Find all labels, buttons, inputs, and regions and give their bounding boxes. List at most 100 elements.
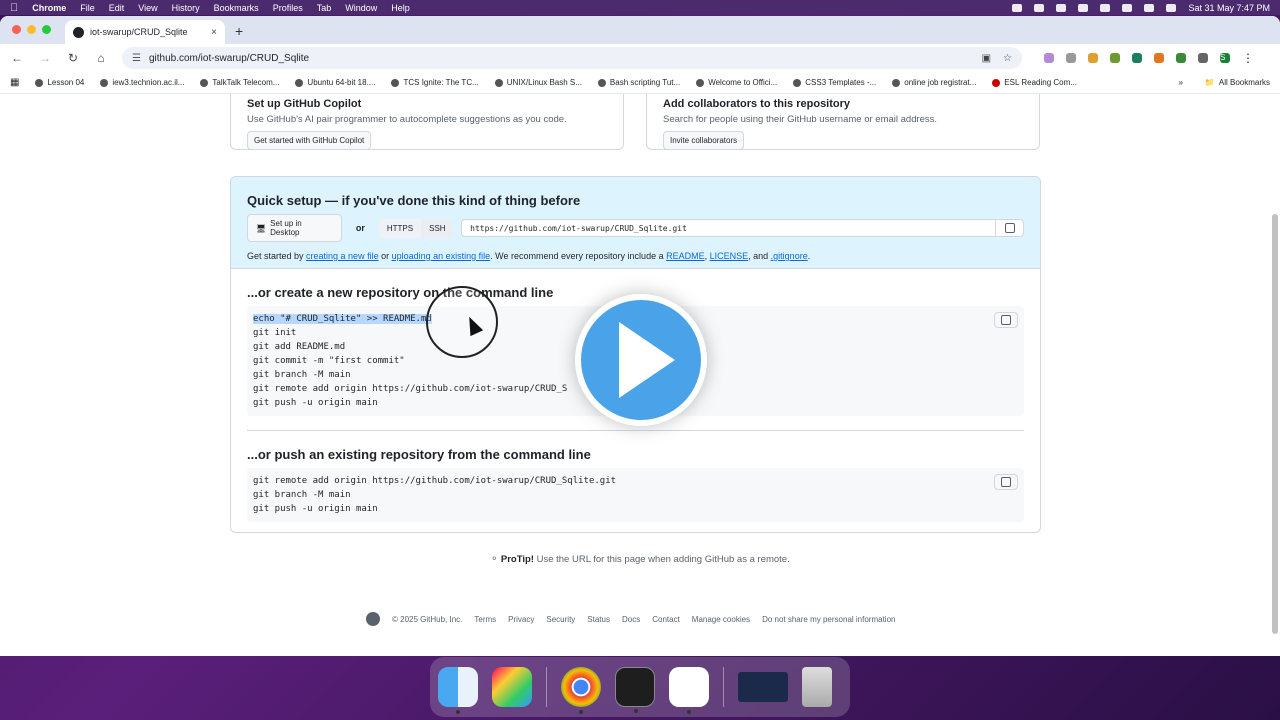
chevron-right-icon[interactable]: » xyxy=(1178,78,1182,87)
close-window-button[interactable] xyxy=(12,25,21,34)
menu-tab[interactable]: Tab xyxy=(317,3,332,13)
extension-7-icon[interactable] xyxy=(1176,53,1186,63)
footer-link-do-not-share[interactable]: Do not share my personal information xyxy=(762,615,895,624)
menu-view[interactable]: View xyxy=(138,3,157,13)
menu-edit[interactable]: Edit xyxy=(109,3,125,13)
bluetooth-icon[interactable] xyxy=(1100,3,1111,12)
minimized-window-icon[interactable] xyxy=(738,672,788,702)
footer-link-manage-cookies[interactable]: Manage cookies xyxy=(692,615,750,624)
cursor-highlight-ring xyxy=(426,286,498,358)
tab-ssh[interactable]: SSH xyxy=(421,219,453,238)
bookmark-label: CSS3 Templates -... xyxy=(805,78,877,87)
launchpad-icon[interactable] xyxy=(492,667,532,707)
tab-close-icon[interactable]: × xyxy=(211,27,217,38)
footer-link-security[interactable]: Security xyxy=(546,615,575,624)
control-center-icon[interactable] xyxy=(1166,3,1177,12)
metamask-icon[interactable] xyxy=(1154,53,1164,63)
license-link[interactable]: LICENSE xyxy=(710,251,749,261)
new-tab-button[interactable]: + xyxy=(235,23,243,39)
battery-icon[interactable] xyxy=(1122,3,1133,12)
install-app-icon[interactable]: ▣ xyxy=(982,53,991,64)
finder-icon[interactable] xyxy=(438,667,478,714)
document-icon[interactable] xyxy=(1056,3,1067,12)
menu-window[interactable]: Window xyxy=(345,3,377,13)
profile-avatar[interactable]: S xyxy=(1220,53,1230,63)
code-line[interactable]: git remote add origin https://github.com… xyxy=(253,474,1018,488)
copilot-button[interactable]: Get started with GitHub Copilot xyxy=(247,131,372,150)
copy-url-button[interactable] xyxy=(995,220,1023,236)
bookmark-item[interactable]: Lesson 04 xyxy=(35,78,84,87)
search-icon[interactable] xyxy=(1144,3,1155,12)
footer-link-docs[interactable]: Docs xyxy=(622,615,640,624)
invite-collaborators-button[interactable]: Invite collaborators xyxy=(663,131,745,150)
terminal-icon[interactable] xyxy=(615,667,655,713)
menu-profiles[interactable]: Profiles xyxy=(273,3,303,13)
address-bar[interactable]: ☰ github.com/iot-swarup/CRUD_Sqlite ▣ ☆ xyxy=(122,47,1022,69)
menu-app-chrome[interactable]: Chrome xyxy=(32,3,66,13)
minimize-window-button[interactable] xyxy=(27,25,36,34)
extension-1-icon[interactable] xyxy=(1044,53,1054,63)
clone-url-value[interactable]: https://github.com/iot-swarup/CRUD_Sqlit… xyxy=(470,224,687,233)
uploading-existing-file-link[interactable]: uploading an existing file xyxy=(392,251,491,261)
cloud-icon[interactable] xyxy=(1034,3,1045,12)
gitignore-link[interactable]: .gitignore xyxy=(771,251,808,261)
bookmark-item[interactable]: Bash scripting Tut... xyxy=(597,78,680,87)
extensions-puzzle-icon[interactable] xyxy=(1198,53,1208,63)
apple-icon[interactable]:  xyxy=(10,2,18,14)
bookmark-item[interactable]: TCS Ignite: The TC... xyxy=(391,78,479,87)
clone-url-input[interactable]: https://github.com/iot-swarup/CRUD_Sqlit… xyxy=(461,219,1024,237)
play-button[interactable] xyxy=(575,294,707,426)
creating-new-file-link[interactable]: creating a new file xyxy=(306,251,379,261)
menu-history[interactable]: History xyxy=(172,3,200,13)
address-url[interactable]: github.com/iot-swarup/CRUD_Sqlite xyxy=(149,53,309,64)
copy-create-code-button[interactable] xyxy=(994,312,1018,328)
home-icon[interactable]: ⌂ xyxy=(94,51,108,65)
code-line[interactable]: git branch -M main xyxy=(253,488,1018,502)
tab-active[interactable]: iot-swarup/CRUD_Sqlite × xyxy=(65,20,225,44)
bookmark-item[interactable]: UNIX/Linux Bash S... xyxy=(494,78,582,87)
bookmark-item[interactable]: CSS3 Templates -... xyxy=(793,78,876,87)
back-icon[interactable]: ← xyxy=(10,51,24,65)
selected-code-text[interactable]: echo "# CRUD_Sqlite" >> README.md xyxy=(253,314,432,324)
record-icon[interactable] xyxy=(1012,3,1023,12)
trash-icon[interactable] xyxy=(802,667,832,707)
chrome-icon[interactable] xyxy=(561,667,601,714)
menu-bookmarks[interactable]: Bookmarks xyxy=(214,3,259,13)
push-repo-code[interactable]: git remote add origin https://github.com… xyxy=(247,468,1024,522)
bookmark-item[interactable]: TalkTalk Telecom... xyxy=(200,78,279,87)
footer-link-privacy[interactable]: Privacy xyxy=(508,615,534,624)
readme-link[interactable]: README xyxy=(666,251,705,261)
apps-grid-icon[interactable]: ▦ xyxy=(10,77,19,88)
footer-link-terms[interactable]: Terms xyxy=(474,615,496,624)
setup-desktop-button[interactable]: 🖥 Set up in Desktop xyxy=(247,214,342,242)
bookmark-item[interactable]: Ubuntu 64-bit 18.... xyxy=(295,78,375,87)
code-line[interactable]: git push -u origin main xyxy=(253,502,1018,516)
bookmark-item[interactable]: iew3.technion.ac.il... xyxy=(100,78,184,87)
tab-https[interactable]: HTTPS xyxy=(378,218,422,238)
site-info-icon[interactable]: ☰ xyxy=(132,53,141,64)
bookmark-star-icon[interactable]: ☆ xyxy=(1003,53,1012,64)
github-logo-icon[interactable] xyxy=(366,612,380,626)
all-bookmarks-button[interactable]: » 📁 All Bookmarks xyxy=(1178,78,1270,87)
extension-3-icon[interactable] xyxy=(1088,53,1098,63)
bookmark-item[interactable]: ESL Reading Com... xyxy=(992,78,1077,87)
extension-4-icon[interactable] xyxy=(1110,53,1120,63)
copy-push-code-button[interactable] xyxy=(994,474,1018,490)
zoom-window-button[interactable] xyxy=(42,25,51,34)
extension-5-icon[interactable] xyxy=(1132,53,1142,63)
volume-icon[interactable] xyxy=(1078,3,1089,12)
menu-file[interactable]: File xyxy=(80,3,95,13)
vscode-icon[interactable] xyxy=(669,667,709,714)
footer-link-contact[interactable]: Contact xyxy=(652,615,680,624)
extension-2-icon[interactable] xyxy=(1066,53,1076,63)
get-started-text: Get started by creating a new file or up… xyxy=(247,251,1024,261)
page-scrollbar[interactable] xyxy=(1272,214,1278,634)
clock[interactable]: Sat 31 May 7:47 PM xyxy=(1188,3,1270,13)
forward-icon[interactable]: → xyxy=(38,51,52,65)
bookmark-item[interactable]: online job registrat... xyxy=(892,78,976,87)
bookmark-item[interactable]: Welcome to Offici... xyxy=(696,78,777,87)
menu-help[interactable]: Help xyxy=(391,3,410,13)
footer-link-status[interactable]: Status xyxy=(587,615,610,624)
reload-icon[interactable]: ↻ xyxy=(66,51,80,65)
more-menu-icon[interactable]: ⋮ xyxy=(1242,51,1254,65)
